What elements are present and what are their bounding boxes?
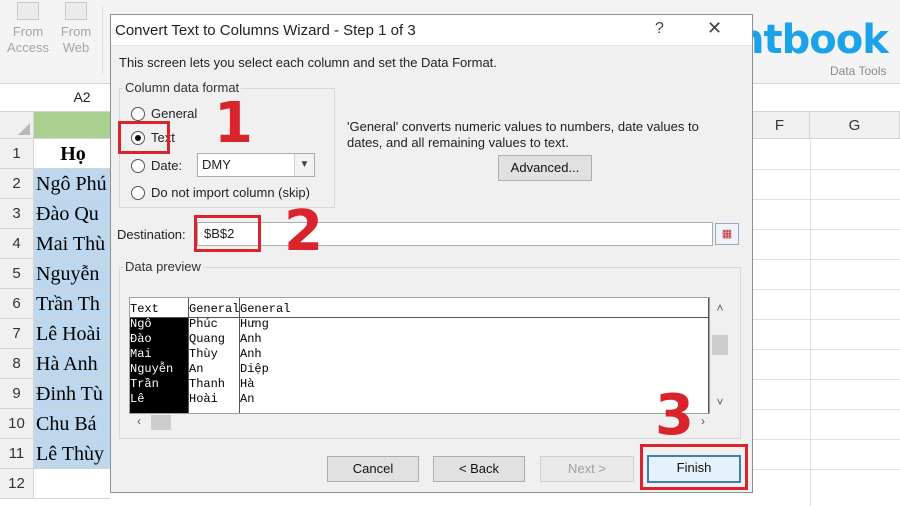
dialog-title: Convert Text to Columns Wizard - Step 1 … xyxy=(115,22,416,39)
data-tools-group-label: Data Tools xyxy=(830,64,887,78)
step-number-1: 1 xyxy=(214,91,253,156)
radio-general-circle[interactable] xyxy=(131,107,145,121)
preview-horizontal-scrollbar[interactable]: ‹ › xyxy=(129,414,710,431)
radio-skip-circle[interactable] xyxy=(131,186,145,200)
scroll-up-icon[interactable]: ˄ xyxy=(712,301,728,315)
back-button[interactable]: < Back xyxy=(433,456,525,482)
grid-line xyxy=(810,139,811,506)
row-header[interactable]: 10 xyxy=(0,409,34,439)
grid-line xyxy=(750,409,900,410)
row-header[interactable]: 12 xyxy=(0,469,34,499)
ribbon-divider xyxy=(102,6,103,74)
table-cell[interactable]: Lê Hoài xyxy=(34,319,110,349)
row-header[interactable]: 6 xyxy=(0,289,34,319)
destination-label: Destination: xyxy=(117,227,186,242)
preview-column-3[interactable]: General Hưng Anh Anh Diệp Hà An xyxy=(240,298,700,413)
grid-line xyxy=(750,259,900,260)
preview-column-separator xyxy=(708,298,709,413)
grid-line xyxy=(750,349,900,350)
row-header[interactable]: 5 xyxy=(0,259,34,289)
column-header-b[interactable] xyxy=(34,112,110,139)
cell-header-ho[interactable]: Họ xyxy=(34,139,110,169)
radio-date-circle[interactable] xyxy=(131,159,145,173)
row-header[interactable]: 2 xyxy=(0,169,34,199)
row-header[interactable]: 3 xyxy=(0,199,34,229)
data-preview-grid[interactable]: Text Ngô Đào Mai Nguyễn Trần Lê General … xyxy=(129,297,710,414)
table-cell[interactable]: Chu Bá xyxy=(34,409,110,439)
advanced-button[interactable]: Advanced... xyxy=(498,155,592,181)
preview-column-1[interactable]: Text Ngô Đào Mai Nguyễn Trần Lê xyxy=(130,298,188,413)
column-header-f[interactable]: F xyxy=(750,112,810,139)
web-icon xyxy=(65,2,87,20)
select-all-corner[interactable] xyxy=(0,112,34,139)
row-header[interactable]: 11 xyxy=(0,439,34,469)
logo-text: ntbook xyxy=(736,17,889,63)
table-cell[interactable]: Đinh Tù xyxy=(34,379,110,409)
next-button[interactable]: Next > xyxy=(540,456,634,482)
table-cell[interactable]: Trần Th xyxy=(34,289,110,319)
table-cell[interactable]: Lê Thùy xyxy=(34,439,110,469)
from-access-button[interactable]: From Access xyxy=(6,2,50,56)
format-description: 'General' converts numeric values to num… xyxy=(347,119,699,150)
date-format-select[interactable]: DMY ▼ xyxy=(197,153,315,177)
dialog-titlebar: Convert Text to Columns Wizard - Step 1 … xyxy=(111,15,752,46)
table-cell[interactable]: Đào Qu xyxy=(34,199,110,229)
scroll-down-icon[interactable]: ˅ xyxy=(712,395,728,409)
cancel-button[interactable]: Cancel xyxy=(327,456,419,482)
grid-line xyxy=(750,439,900,440)
screen: From Access From Web Data Tools ntbook A… xyxy=(0,0,900,506)
table-cell[interactable]: Ngô Phú xyxy=(34,169,110,199)
grid-line xyxy=(750,379,900,380)
row-header[interactable]: 7 xyxy=(0,319,34,349)
scroll-left-icon[interactable]: ‹ xyxy=(131,414,147,428)
scroll-thumb[interactable] xyxy=(712,335,728,355)
range-picker-icon[interactable]: ▦ xyxy=(715,223,739,245)
preview-vertical-scrollbar[interactable]: ˄ ˅ xyxy=(710,297,730,414)
scroll-thumb[interactable] xyxy=(151,415,171,430)
table-cell[interactable] xyxy=(34,469,110,499)
highlight-text-option xyxy=(118,121,170,154)
step-number-2: 2 xyxy=(284,199,323,264)
step-number-3: 3 xyxy=(655,383,694,448)
table-cell[interactable]: Nguyễn xyxy=(34,259,110,289)
row-header[interactable]: 1 xyxy=(0,139,34,169)
scroll-right-icon[interactable]: › xyxy=(695,414,711,428)
preview-header-rule xyxy=(130,317,709,318)
grid-line xyxy=(750,289,900,290)
row-header[interactable]: 8 xyxy=(0,349,34,379)
table-cell[interactable]: Mai Thù xyxy=(34,229,110,259)
destination-input[interactable]: $B$2 xyxy=(197,222,713,246)
data-preview-label: Data preview xyxy=(123,259,203,274)
from-web-button[interactable]: From Web xyxy=(56,2,96,56)
highlight-finish xyxy=(640,444,748,490)
dialog-intro: This screen lets you select each column … xyxy=(119,55,497,70)
grid-line xyxy=(750,469,900,470)
grid-line xyxy=(750,169,900,170)
highlight-destination xyxy=(194,215,261,252)
column-header-g[interactable]: G xyxy=(810,112,900,139)
chevron-down-icon[interactable]: ▼ xyxy=(294,154,314,176)
grid-line xyxy=(750,319,900,320)
row-header[interactable]: 4 xyxy=(0,229,34,259)
grid-line xyxy=(750,229,900,230)
help-icon[interactable]: ? xyxy=(655,20,664,38)
grid-line xyxy=(750,199,900,200)
table-cell[interactable]: Hà Anh xyxy=(34,349,110,379)
close-icon[interactable]: ✕ xyxy=(707,18,722,39)
preview-column-2[interactable]: General Phúc Quang Thùy An Thanh Hoài xyxy=(189,298,239,413)
row-header[interactable]: 9 xyxy=(0,379,34,409)
access-icon xyxy=(17,2,39,20)
